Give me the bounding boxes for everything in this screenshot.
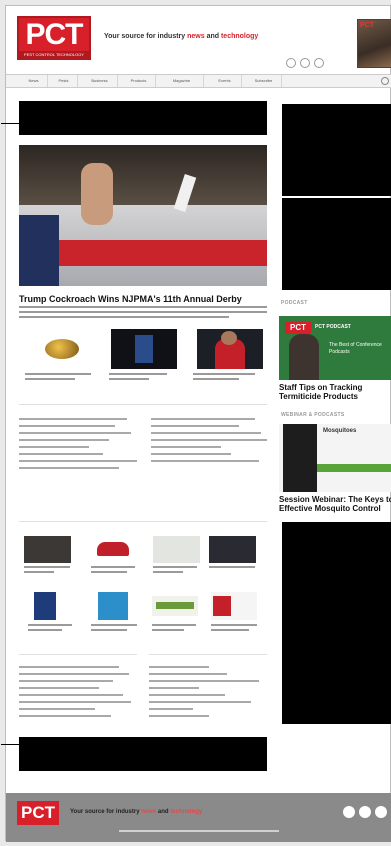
site-header: PCT PEST CONTROL TECHNOLOGY Your source … (6, 6, 391, 70)
main-nav: News Pests Business Products Magazine Ev… (6, 74, 391, 88)
facebook-icon[interactable] (286, 58, 296, 68)
annotation-line (387, 623, 391, 624)
hero-summary (19, 306, 267, 320)
supplier-caption (152, 624, 204, 634)
annotation-line (1, 744, 19, 745)
podcast-label: PODCAST (281, 300, 308, 306)
linkedin-icon[interactable] (314, 58, 324, 68)
top-ad-redacted (19, 101, 267, 135)
supplier-tile[interactable] (153, 536, 200, 563)
nav-item-events[interactable]: Events (208, 75, 242, 87)
supplier-tile[interactable] (209, 536, 256, 563)
facebook-icon[interactable] (343, 806, 355, 818)
annotation-line (387, 240, 391, 241)
webinar-label: WEBINAR & PODCASTS (281, 412, 345, 418)
story-thumb-product[interactable] (111, 329, 177, 369)
twitter-icon[interactable] (359, 806, 371, 818)
nav-item-magazine[interactable]: Magazine (160, 75, 204, 87)
footer-tagline-and: and (156, 809, 171, 815)
supplier-caption (28, 624, 80, 634)
page: PCT PEST CONTROL TECHNOLOGY Your source … (1, 5, 391, 842)
nav-item-business[interactable]: Business (82, 75, 118, 87)
tagline-prefix: Your source for industry (104, 33, 188, 40)
footer-tagline-prefix: Your source for industry (70, 809, 142, 815)
nav-item-subscribe[interactable]: Subscribe (246, 75, 282, 87)
hero-bg (19, 145, 267, 205)
nav-item-products[interactable]: Products (122, 75, 156, 87)
footer-links (6, 830, 391, 836)
section-rule (19, 654, 137, 655)
tagline-news: news (187, 33, 205, 40)
side-ad-redacted (282, 198, 391, 290)
supplier-tile[interactable] (34, 592, 56, 620)
site-footer: PCT Your source for industry news and te… (6, 793, 391, 842)
annotation-line (1, 123, 19, 124)
side-ad-redacted (282, 104, 391, 196)
supplier-tile[interactable] (211, 592, 257, 620)
webinar-logo: Mosquitoes (323, 428, 357, 434)
footer-tagline-news: news (141, 809, 157, 815)
supplier-caption (91, 566, 143, 576)
footer-tagline: Your source for industry news and techno… (70, 809, 202, 815)
search-icon[interactable] (381, 77, 389, 85)
story-caption (193, 373, 263, 383)
logo-text: PCT (25, 18, 84, 51)
section-rule (149, 654, 267, 655)
supplier-tile[interactable] (98, 592, 128, 620)
supplier-caption (91, 624, 143, 634)
footer-tagline-technology: technology (170, 809, 203, 815)
webinar-tile[interactable]: Mosquitoes (279, 424, 391, 492)
podcast-tile-text: The Best of Conference Podcasts (329, 342, 382, 355)
hero-headline[interactable]: Trump Cockroach Wins NJPMA's 11th Annual… (19, 294, 242, 304)
podcast-tile[interactable]: PCT PCT PODCAST The Best of Conference P… (279, 316, 391, 380)
tagline-and: and (204, 33, 221, 40)
podcast-headline[interactable]: Staff Tips on Tracking Termiticide Produ… (279, 383, 391, 401)
section-rule (19, 404, 267, 405)
twitter-icon[interactable] (300, 58, 310, 68)
bottom-list-left (19, 666, 137, 722)
nav-item-news[interactable]: News (20, 75, 48, 87)
side-ad-redacted-tall (282, 522, 391, 724)
magazine-cover[interactable]: PCT (357, 19, 391, 68)
site-logo[interactable]: PCT PEST CONTROL TECHNOLOGY (17, 16, 91, 60)
magazine-title: PCT (360, 22, 374, 29)
webinar-green-bar (317, 464, 391, 472)
story-caption (25, 373, 95, 383)
podcast-logo: PCT (285, 322, 311, 334)
tagline: Your source for industry news and techno… (104, 33, 258, 40)
webinar-presenter (283, 424, 317, 492)
hero-image[interactable] (19, 145, 267, 286)
footer-social (343, 806, 387, 818)
story-caption (109, 373, 179, 383)
news-list-left (19, 418, 137, 474)
related-stories (19, 329, 267, 391)
story-thumb-bee[interactable] (29, 329, 95, 369)
supplier-caption (211, 624, 263, 634)
supplier-tile[interactable] (91, 536, 138, 563)
supplier-tile[interactable] (24, 536, 71, 563)
news-list-right (151, 418, 269, 467)
section-rule (19, 521, 267, 522)
podcast-host (289, 334, 319, 380)
story-thumb-person[interactable] (197, 329, 263, 369)
supplier-tile[interactable] (152, 596, 198, 616)
hero-hand (81, 163, 113, 225)
supplier-caption (24, 566, 76, 576)
hero-blue-panel (19, 215, 59, 286)
bottom-list-right (149, 666, 267, 722)
linkedin-icon[interactable] (375, 806, 387, 818)
tagline-technology: technology (220, 33, 259, 40)
logo-subtitle: PEST CONTROL TECHNOLOGY (19, 51, 89, 58)
podcast-title: PCT PODCAST (315, 324, 351, 330)
bottom-ad-redacted (19, 737, 267, 771)
supplier-caption (153, 566, 205, 576)
nav-item-pests[interactable]: Pests (50, 75, 78, 87)
annotation-line (387, 152, 391, 153)
social-links (286, 58, 324, 68)
footer-logo[interactable]: PCT (17, 801, 59, 825)
webinar-headline[interactable]: Session Webinar: The Keys to Effective M… (279, 495, 391, 513)
supplier-caption (209, 566, 261, 571)
